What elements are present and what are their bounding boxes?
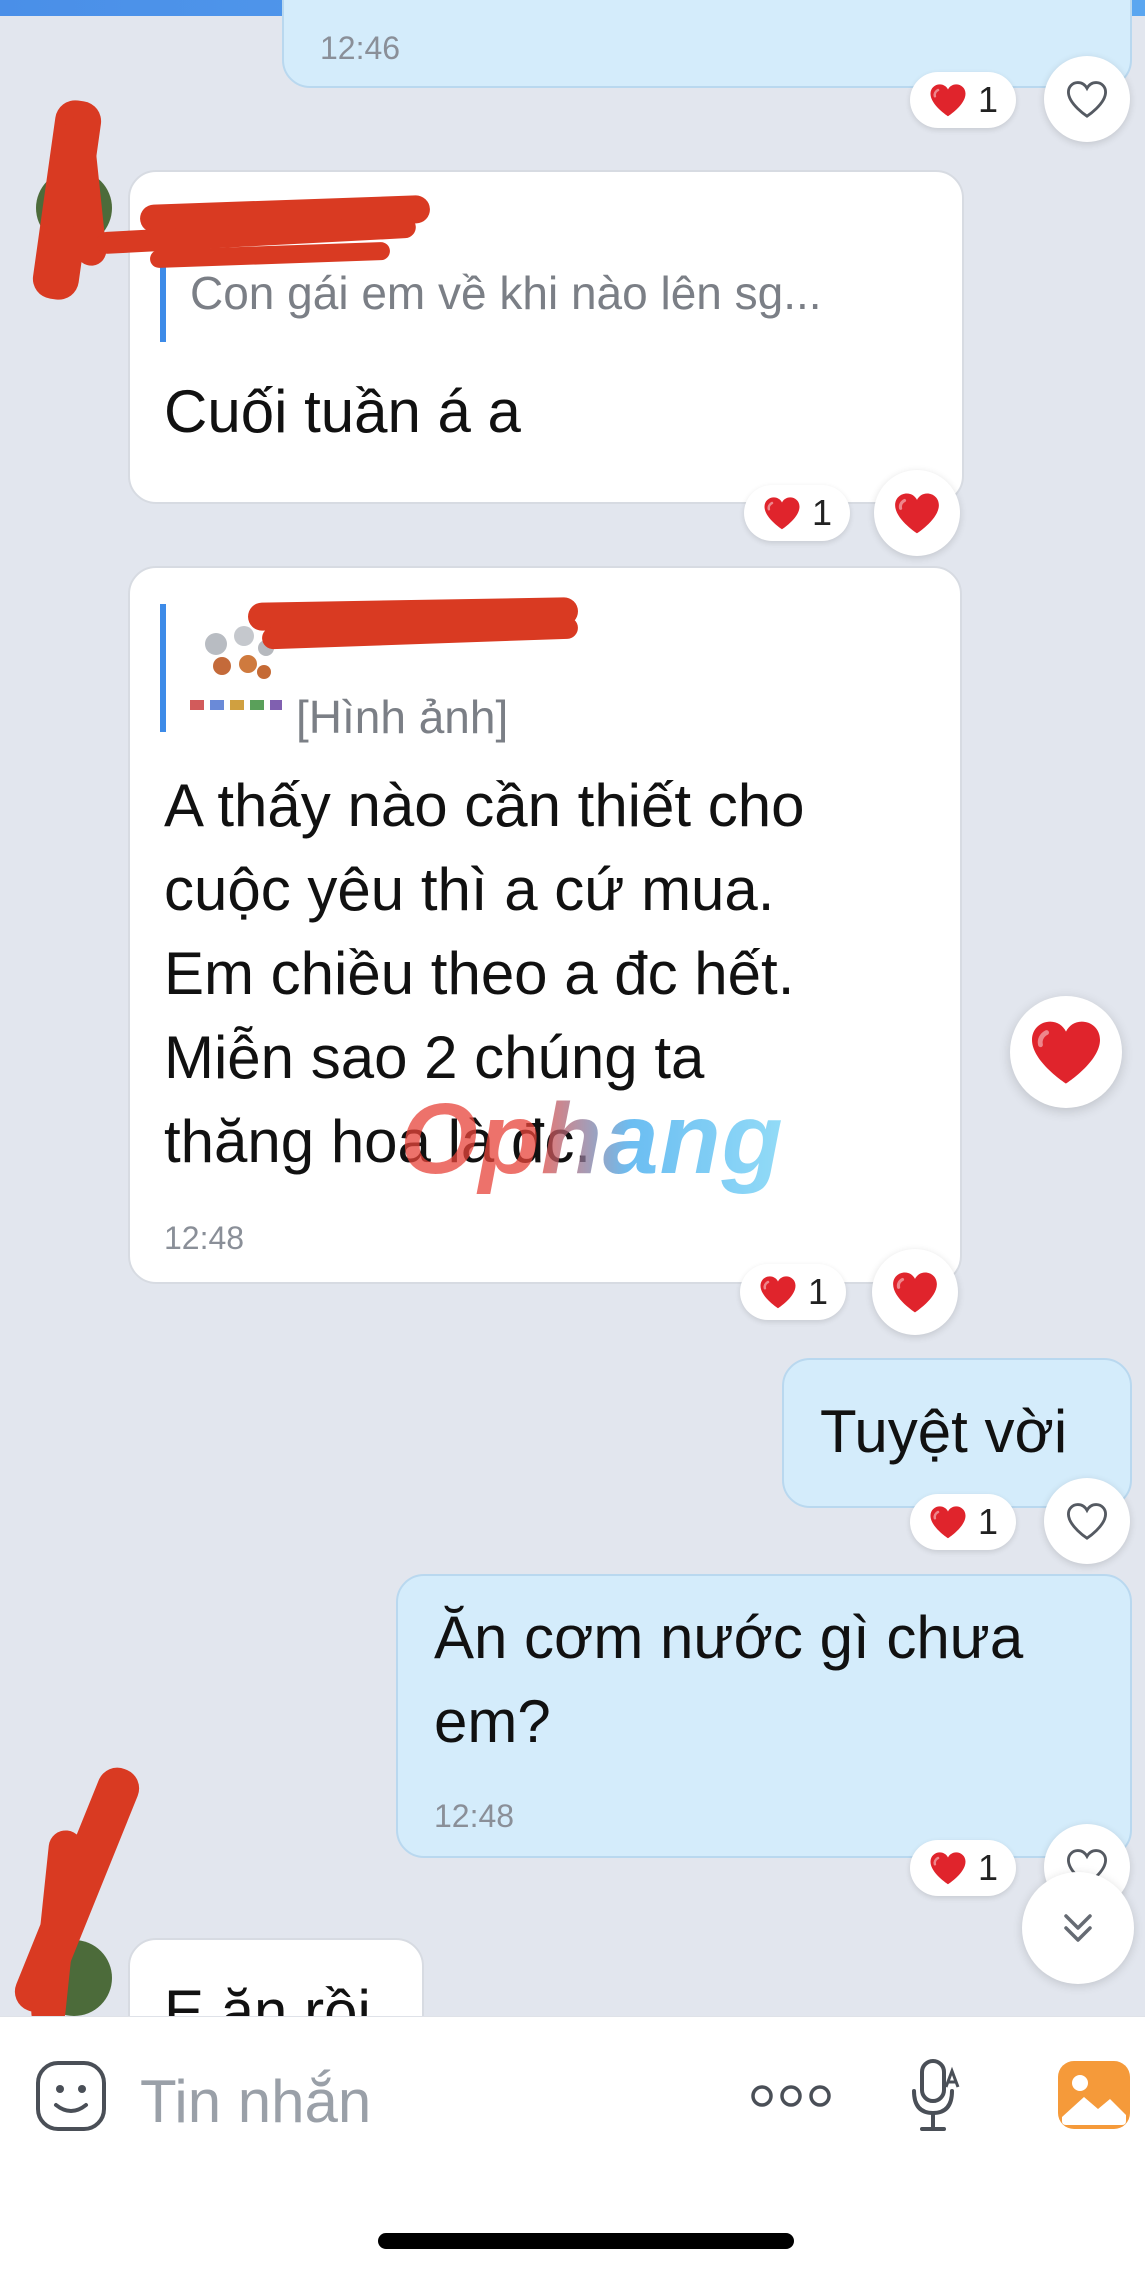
- message-bubble-outgoing[interactable]: Ăn cơm nước gì chưa em? 12:48: [396, 1574, 1132, 1858]
- reaction-count: 1: [978, 1847, 999, 1888]
- home-indicator: [378, 2233, 794, 2249]
- message-text: Cuối tuần á a: [164, 378, 521, 445]
- quick-heart-button[interactable]: [1010, 996, 1122, 1108]
- message-text: Tuyệt vời: [820, 1398, 1068, 1465]
- heart-icon: [892, 491, 942, 535]
- reply-quote[interactable]: Con gái em về khi nào lên sg...: [160, 266, 822, 342]
- react-button[interactable]: [1044, 1478, 1130, 1564]
- react-button[interactable]: [872, 1249, 958, 1335]
- chevron-double-down-icon: [1064, 1914, 1092, 1942]
- more-dots-icon[interactable]: [748, 2081, 834, 2111]
- message-line: Em chiều theo a đc hết.: [164, 940, 795, 1007]
- heart-icon: [758, 1274, 798, 1310]
- reaction-count-pill[interactable]: 1: [740, 1264, 847, 1320]
- reaction-count: 1: [812, 492, 833, 533]
- mic-icon[interactable]: [908, 2057, 964, 2141]
- heart-icon: [928, 1850, 968, 1886]
- reaction-count-pill[interactable]: 1: [744, 485, 851, 541]
- heart-outline-icon: [1064, 1501, 1110, 1541]
- reaction-count: 1: [808, 1271, 829, 1312]
- message-text: Ăn cơm nước gì chưa em?: [434, 1596, 1023, 1764]
- message-time: 12:48: [164, 1220, 245, 1256]
- react-button[interactable]: [874, 470, 960, 556]
- heart-outline-icon: [1064, 79, 1110, 119]
- sticker-icon[interactable]: [34, 2059, 108, 2133]
- reaction-count-pill[interactable]: 1: [910, 1494, 1017, 1550]
- reaction-count-pill[interactable]: 1: [910, 1840, 1017, 1896]
- image-icon[interactable]: [1056, 2059, 1132, 2131]
- scroll-to-bottom-button[interactable]: [1022, 1872, 1134, 1984]
- reaction-count-pill[interactable]: 1: [910, 72, 1017, 128]
- watermark: Ophang: [400, 1083, 784, 1195]
- react-button[interactable]: [1044, 56, 1130, 142]
- message-time: 12:46: [320, 30, 401, 66]
- message-input[interactable]: Tin nhắn: [140, 2067, 371, 2136]
- message-line: cuộc yêu thì a cứ mua.: [164, 856, 775, 923]
- message-line: Ăn cơm nước gì chưa: [434, 1604, 1024, 1671]
- heart-icon: [928, 1504, 968, 1540]
- reaction-count: 1: [978, 79, 999, 120]
- heart-icon: [762, 495, 802, 531]
- heart-icon: [1027, 1018, 1105, 1086]
- message-time: 12:48: [434, 1798, 515, 1834]
- message-line: em?: [434, 1688, 551, 1755]
- heart-icon: [890, 1270, 940, 1314]
- heart-icon: [928, 82, 968, 118]
- message-bubble-outgoing[interactable]: 12:46: [282, 0, 1132, 88]
- quote-text: Con gái em về khi nào lên sg...: [190, 267, 822, 319]
- quote-text: [Hình ảnh]: [296, 691, 509, 743]
- reaction-count: 1: [978, 1501, 999, 1542]
- message-line: A thấy nào cần thiết cho: [164, 772, 805, 839]
